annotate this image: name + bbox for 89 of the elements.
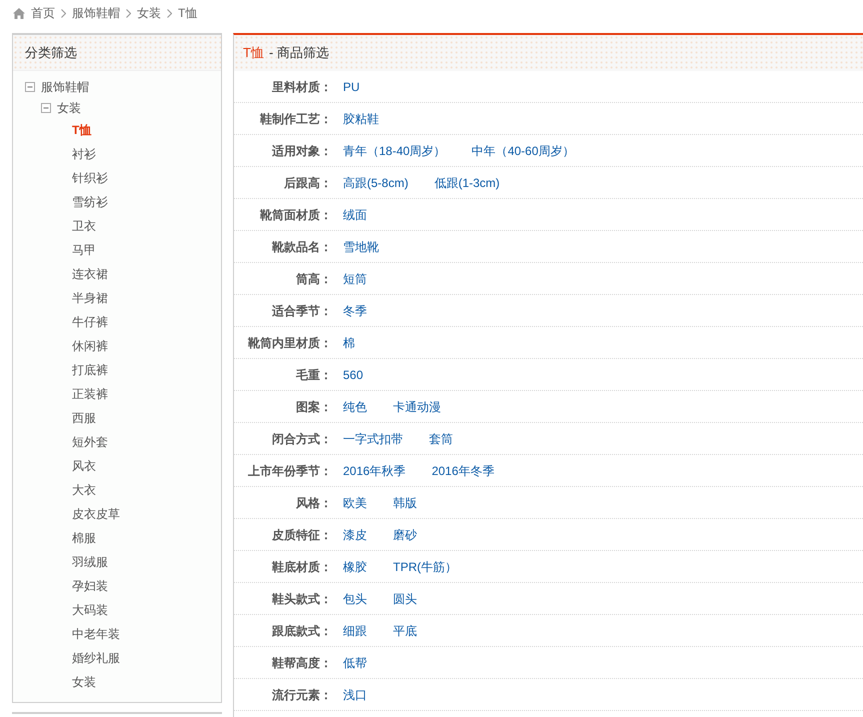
filter-option[interactable]: 包头 — [343, 590, 367, 608]
filter-option[interactable]: 棉 — [343, 334, 355, 352]
filter-option[interactable]: 磨砂 — [393, 526, 417, 544]
filter-option[interactable]: 细跟 — [343, 622, 367, 640]
filter-label: 鞋底材质： — [272, 558, 332, 576]
filter-option[interactable]: 短筒 — [343, 270, 367, 288]
tree-item[interactable]: 短外套 — [72, 436, 108, 448]
filter-label: 风格： — [296, 494, 332, 512]
chevron-icon — [126, 8, 131, 18]
tree-item[interactable]: 女装 — [72, 676, 96, 688]
filter-option[interactable]: TPR(牛筋） — [393, 558, 457, 576]
filter-option[interactable]: 胶粘鞋 — [343, 110, 379, 128]
tree-item[interactable]: 棉服 — [72, 532, 96, 544]
filter-label: 鞋帮高度： — [272, 654, 332, 672]
filter-option[interactable]: 冬季 — [343, 302, 367, 320]
tree-item[interactable]: 女装 — [57, 102, 81, 114]
minus-box-icon[interactable] — [41, 102, 51, 112]
filter-option[interactable]: 低跟(1-3cm) — [434, 174, 500, 192]
breadcrumb-link[interactable]: 首页 — [31, 7, 55, 19]
filter-option[interactable]: 韩版 — [393, 494, 417, 512]
filter-label: 靴筒内里材质： — [248, 334, 332, 352]
tree-item[interactable]: T恤 — [72, 124, 92, 136]
minus-box-icon[interactable] — [25, 82, 35, 92]
filter-option[interactable]: 橡胶 — [343, 558, 367, 576]
filter-option[interactable]: 卡通动漫 — [393, 398, 441, 416]
filter-label: 图案： — [296, 398, 332, 416]
category-title: T恤 — [243, 44, 264, 62]
filter-label: 跟底款式： — [272, 622, 332, 640]
filter-option[interactable]: 套筒 — [429, 430, 453, 448]
tree-item[interactable]: 衬衫 — [72, 148, 96, 160]
filter-option[interactable]: PU — [343, 78, 360, 96]
filter-option[interactable]: 高跟(5-8cm) — [343, 174, 408, 192]
filter-option[interactable]: 纯色 — [343, 398, 367, 416]
filter-option[interactable]: 2016年秋季 — [343, 462, 406, 480]
tree-item[interactable]: 婚纱礼服 — [72, 652, 120, 664]
filter-label: 鞋制作工艺： — [260, 110, 332, 128]
filter-label: 后跟高： — [284, 174, 332, 192]
filter-option[interactable]: 雪地靴 — [343, 238, 379, 256]
tree-item[interactable]: 孕妇装 — [72, 580, 108, 592]
breadcrumb-link[interactable]: 女装 — [137, 7, 161, 19]
filter-label: 毛重： — [296, 366, 332, 384]
filter-label: 里料材质： — [272, 78, 332, 96]
tree-item[interactable]: 半身裙 — [72, 292, 108, 304]
filter-option[interactable]: 欧美 — [343, 494, 367, 512]
breadcrumb-link[interactable]: 服饰鞋帽 — [72, 7, 120, 19]
filter-option[interactable]: 绒面 — [343, 206, 367, 224]
tree-item[interactable]: 休闲裤 — [72, 340, 108, 352]
breadcrumb-link[interactable]: T恤 — [178, 7, 198, 19]
filter-option[interactable]: 中年（40-60周岁） — [472, 142, 574, 160]
chevron-icon — [61, 8, 66, 18]
filter-label: 筒高： — [296, 270, 332, 288]
tree-item[interactable]: 风衣 — [72, 460, 96, 472]
filter-label: 鞋头款式： — [272, 590, 332, 608]
tree-item[interactable]: 大码装 — [72, 604, 108, 616]
tree-item[interactable]: 皮衣皮草 — [72, 508, 120, 520]
filter-option[interactable]: 2016年冬季 — [432, 462, 494, 480]
tree-item[interactable]: 针织衫 — [72, 172, 108, 184]
tree-item[interactable]: 连衣裙 — [72, 268, 108, 280]
filter-label: 流行元素： — [272, 686, 332, 704]
filter-option[interactable]: 一字式扣带 — [343, 430, 403, 448]
filter-option[interactable]: 圆头 — [393, 590, 417, 608]
tree-item[interactable]: 雪纺衫 — [72, 196, 108, 208]
filter-label: 皮质特征： — [272, 526, 332, 544]
filter-option[interactable]: 漆皮 — [343, 526, 367, 544]
filter-option[interactable]: 平底 — [393, 622, 417, 640]
filter-label: 适用对象： — [272, 142, 332, 160]
filter-label: 适合季节： — [272, 302, 332, 320]
tree-item[interactable]: 羽绒服 — [72, 556, 108, 568]
home-icon — [13, 8, 25, 18]
filter-label: 靴款品名： — [272, 238, 332, 256]
panel-title: - 商品筛选 — [268, 44, 329, 62]
filter-option[interactable]: 浅口 — [343, 686, 367, 704]
tree-item[interactable]: 服饰鞋帽 — [41, 80, 89, 92]
filter-option[interactable]: 560 — [343, 366, 364, 384]
tree-item[interactable]: 打底裤 — [72, 364, 108, 376]
filter-label: 上市年份季节： — [248, 462, 332, 480]
tree-item[interactable]: 卫衣 — [72, 220, 96, 232]
filter-label: 靴筒面材质： — [260, 206, 332, 224]
filter-label: 闭合方式： — [272, 430, 332, 448]
filter-option[interactable]: 低帮 — [343, 654, 367, 672]
tree-item[interactable]: 马甲 — [72, 244, 96, 256]
chevron-icon — [167, 8, 172, 18]
tree-item[interactable]: 正装裤 — [72, 388, 108, 400]
tree-item[interactable]: 西服 — [72, 412, 96, 424]
tree-item[interactable]: 大衣 — [72, 484, 96, 496]
panel-title: 分类筛选 — [25, 44, 77, 62]
tree-item[interactable]: 牛仔裤 — [72, 316, 108, 328]
tree-item[interactable]: 中老年装 — [72, 628, 120, 640]
filter-option[interactable]: 青年（18-40周岁） — [343, 142, 446, 160]
